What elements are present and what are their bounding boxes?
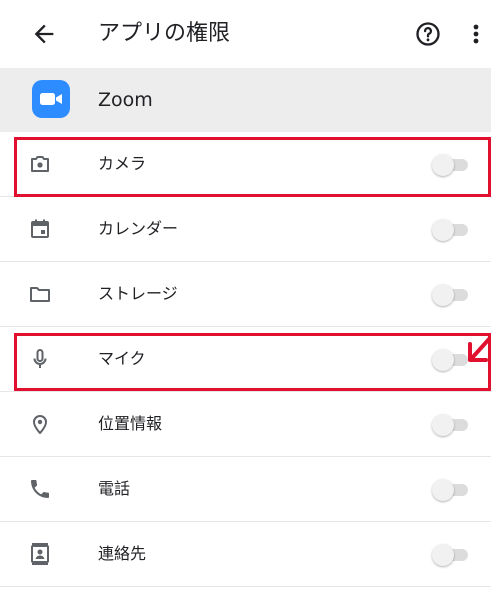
arrow-down-left-icon [466, 332, 491, 366]
location-pin-icon [28, 412, 52, 436]
permission-toggle[interactable] [432, 479, 472, 501]
permission-row-storage[interactable]: ストレージ [0, 262, 491, 327]
calendar-icon [28, 217, 52, 241]
permission-row-microphone[interactable]: マイク [0, 327, 491, 392]
camera-icon [28, 152, 52, 176]
permission-label: マイク [98, 349, 146, 368]
callout-mark: ´ [484, 156, 491, 181]
permission-toggle[interactable] [432, 544, 472, 566]
permission-label: 連絡先 [98, 544, 147, 563]
permission-label: 位置情報 [98, 414, 163, 433]
permission-toggle[interactable] [432, 414, 472, 436]
top-app-bar: アプリの権限 [0, 0, 491, 68]
permission-row-camera[interactable]: カメラ [0, 132, 491, 197]
arrow-left-icon[interactable] [30, 20, 58, 48]
phone-icon [28, 477, 52, 501]
permission-label: ストレージ [98, 284, 178, 303]
permission-row-location[interactable]: 位置情報 [0, 392, 491, 457]
permission-toggle[interactable] [432, 219, 472, 241]
permission-row-calendar[interactable]: カレンダー [0, 197, 491, 262]
permission-label: 電話 [98, 479, 131, 498]
page-title: アプリの権限 [98, 21, 231, 46]
help-circle-icon[interactable] [414, 20, 442, 48]
app-header [0, 68, 491, 132]
permission-row-contacts[interactable]: 連絡先 [0, 522, 491, 587]
more-vert-icon[interactable] [466, 20, 486, 48]
permission-row-phone[interactable]: 電話 [0, 457, 491, 522]
contacts-icon [28, 542, 52, 566]
permission-label: カレンダー [98, 219, 179, 238]
folder-icon [28, 282, 52, 306]
microphone-icon [28, 347, 52, 371]
permission-label: カメラ [98, 154, 147, 173]
permission-toggle[interactable] [432, 154, 472, 176]
permission-toggle[interactable] [432, 284, 472, 306]
app-name: Zoom [98, 89, 153, 111]
zoom-camera-icon [32, 80, 70, 118]
